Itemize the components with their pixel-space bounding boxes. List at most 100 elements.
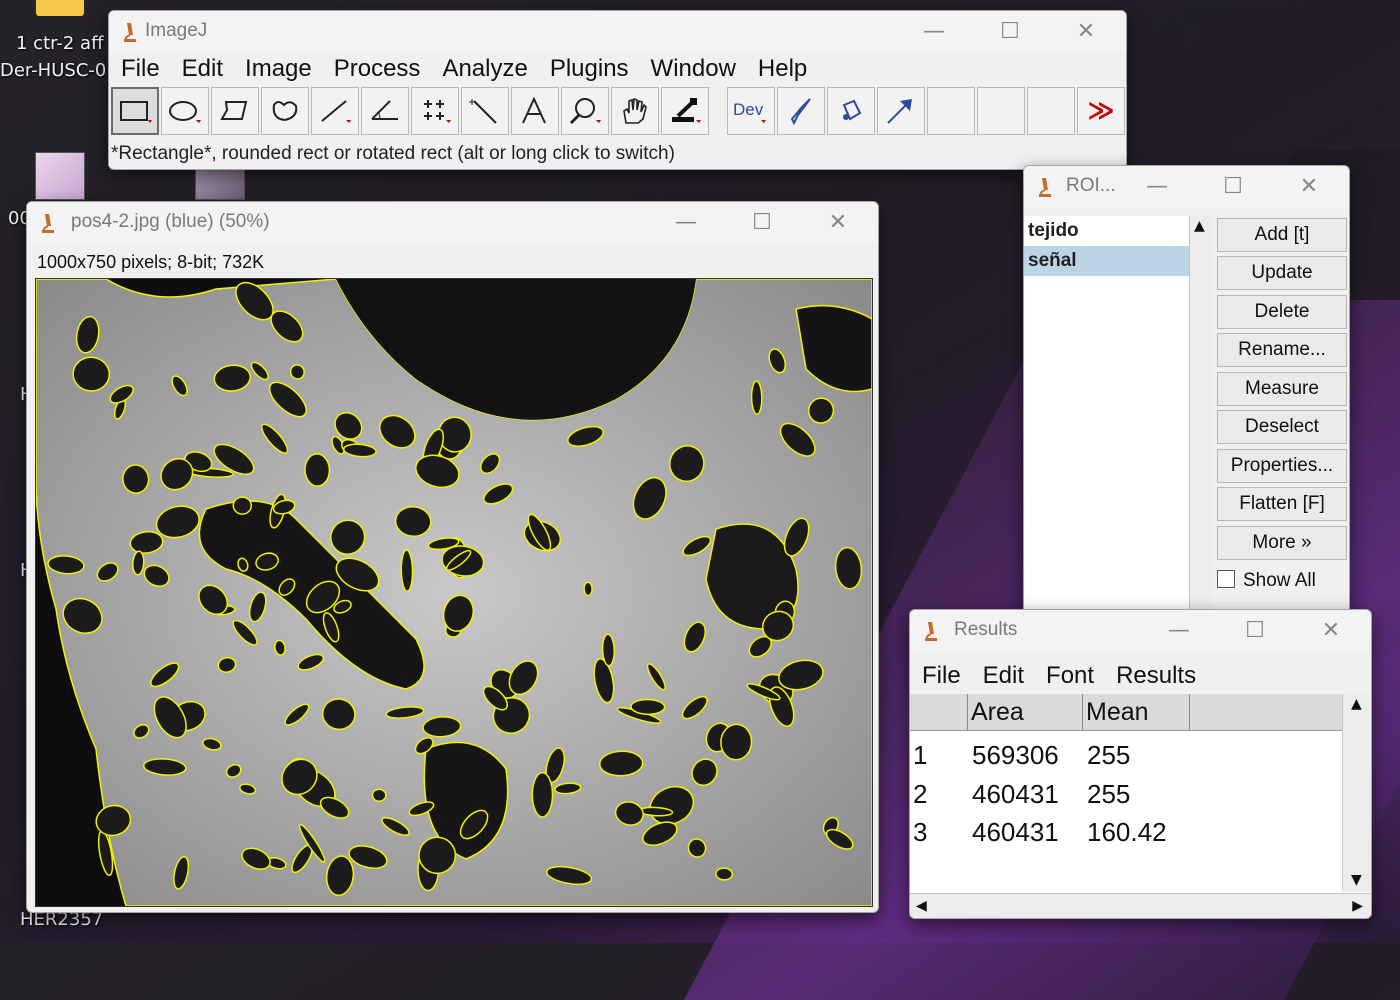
folder-icon[interactable]	[36, 0, 84, 16]
dev-tool-icon[interactable]: Dev	[727, 87, 775, 135]
brush-tool-icon[interactable]	[777, 87, 825, 135]
column-header-mean[interactable]: Mean	[1083, 694, 1190, 730]
results-vertical-scrollbar[interactable]: ▲ ▼	[1342, 694, 1371, 890]
more-tools-symbol: ≫	[1087, 96, 1115, 126]
maximize-button[interactable]: ☐	[742, 207, 782, 239]
empty-tool-slot[interactable]	[1027, 87, 1075, 135]
results-table[interactable]: Area Mean 1 569306 255 2 460431 255 3 46…	[910, 694, 1342, 894]
close-button[interactable]: ✕	[1289, 171, 1329, 203]
properties-button[interactable]: Properties...	[1217, 449, 1347, 483]
point-tool-icon[interactable]	[411, 87, 459, 135]
minimize-button[interactable]: —	[914, 16, 954, 48]
tissue-lumen	[630, 698, 666, 716]
roi-list-scrollbar[interactable]: ▲	[1189, 216, 1212, 616]
title-bar[interactable]: ROI... — ☐ ✕	[1024, 166, 1349, 208]
close-button[interactable]: ✕	[1311, 615, 1351, 647]
wand-tool-icon[interactable]	[461, 87, 509, 135]
menu-edit[interactable]: Edit	[182, 55, 223, 83]
flood-fill-tool-icon[interactable]	[827, 87, 875, 135]
show-all-checkbox[interactable]: Show All	[1217, 570, 1316, 592]
maximize-button[interactable]: ☐	[1235, 615, 1275, 647]
arrow-tool-icon[interactable]	[877, 87, 925, 135]
title-bar[interactable]: pos4-2.jpg (blue) (50%) — ☐ ✕	[27, 202, 878, 244]
image-thumbnail[interactable]	[195, 168, 245, 200]
delete-button[interactable]: Delete	[1217, 295, 1347, 329]
window-title: ROI...	[1066, 175, 1116, 196]
table-row[interactable]: 1 569306 255	[910, 736, 1342, 774]
results-horizontal-scrollbar[interactable]: ◀ ▶	[910, 893, 1371, 918]
more-button[interactable]: More »	[1217, 526, 1347, 560]
menu-window[interactable]: Window	[651, 55, 736, 83]
toolbar: Dev ≫	[109, 87, 1126, 137]
more-tools-icon[interactable]: ≫	[1077, 87, 1125, 135]
measure-button[interactable]: Measure	[1217, 372, 1347, 406]
scroll-right-icon[interactable]: ▶	[1352, 898, 1363, 914]
roi-item-senal[interactable]: señal	[1024, 246, 1189, 276]
rename-button[interactable]: Rename...	[1217, 333, 1347, 367]
menu-results[interactable]: Results	[1116, 662, 1196, 690]
close-button[interactable]: ✕	[1066, 16, 1106, 48]
menu-process[interactable]: Process	[334, 55, 421, 83]
minimize-button[interactable]: —	[1137, 171, 1177, 203]
freehand-tool-icon[interactable]	[261, 87, 309, 135]
desktop-icon-label[interactable]: 1 ctr-2 aff	[16, 33, 103, 54]
table-row[interactable]: 2 460431 255	[910, 775, 1342, 813]
flatten-button[interactable]: Flatten [F]	[1217, 487, 1347, 521]
roi-item-tejido[interactable]: tejido	[1024, 216, 1189, 246]
table-header: Area Mean	[910, 694, 1342, 731]
oval-tool-icon[interactable]	[161, 87, 209, 135]
maximize-button[interactable]: ☐	[990, 16, 1030, 48]
image-canvas[interactable]	[35, 278, 873, 907]
update-button[interactable]: Update	[1217, 256, 1347, 290]
angle-tool-icon[interactable]	[361, 87, 409, 135]
minimize-button[interactable]: —	[1159, 615, 1199, 647]
microscope-icon	[42, 214, 54, 233]
mean-cell: 160.42	[1087, 817, 1167, 847]
roi-list[interactable]: tejido señal	[1024, 216, 1190, 616]
tissue-image[interactable]	[36, 279, 872, 906]
deselect-button[interactable]: Deselect	[1217, 410, 1347, 444]
column-header-area[interactable]: Area	[968, 694, 1083, 730]
rectangle-tool-icon[interactable]	[111, 87, 159, 135]
menu-font[interactable]: Font	[1046, 662, 1094, 690]
scroll-up-icon[interactable]: ▲	[1194, 218, 1205, 234]
polygon-tool-icon[interactable]	[211, 87, 259, 135]
dev-label: Dev	[733, 100, 764, 119]
magnifier-tool-icon[interactable]	[561, 87, 609, 135]
checkbox-box[interactable]	[1217, 570, 1235, 588]
menu-bar: File Edit Image Process Analyze Plugins Window…	[109, 55, 1126, 83]
column-header-index[interactable]	[910, 694, 968, 730]
add-button[interactable]: Add [t]	[1217, 218, 1347, 252]
menu-image[interactable]: Image	[245, 55, 312, 83]
menu-analyze[interactable]: Analyze	[442, 55, 527, 83]
minimize-button[interactable]: —	[666, 207, 706, 239]
line-tool-icon[interactable]	[311, 87, 359, 135]
scroll-left-icon[interactable]: ◀	[916, 898, 927, 914]
menu-help[interactable]: Help	[758, 55, 807, 83]
scroll-down-icon[interactable]: ▼	[1351, 872, 1362, 888]
menu-file[interactable]: File	[922, 662, 961, 690]
row-index: 3	[913, 817, 928, 847]
image-thumbnail[interactable]	[35, 152, 85, 200]
tissue-lumen	[232, 496, 253, 515]
title-bar[interactable]: ImageJ — ☐ ✕	[109, 11, 1126, 53]
table-row[interactable]: 3 460431 160.42	[910, 813, 1342, 851]
empty-tool-slot[interactable]	[977, 87, 1025, 135]
close-button[interactable]: ✕	[818, 207, 858, 239]
tissue-lumen	[304, 453, 331, 487]
tissue-lumen	[750, 380, 763, 415]
hand-tool-icon[interactable]	[611, 87, 659, 135]
menu-edit[interactable]: Edit	[983, 662, 1024, 690]
scroll-up-icon[interactable]: ▲	[1351, 696, 1362, 712]
title-bar[interactable]: Results — ☐ ✕	[910, 610, 1371, 652]
area-cell: 569306	[972, 740, 1059, 770]
color-picker-tool-icon[interactable]	[661, 87, 709, 135]
desktop-icon-label[interactable]: Der-HUSC-0	[0, 60, 106, 81]
menu-plugins[interactable]: Plugins	[550, 55, 629, 83]
maximize-button[interactable]: ☐	[1213, 171, 1253, 203]
menu-file[interactable]: File	[121, 55, 160, 83]
mean-cell: 255	[1087, 779, 1131, 809]
text-tool-icon[interactable]	[511, 87, 559, 135]
empty-tool-slot[interactable]	[927, 87, 975, 135]
show-all-label: Show All	[1243, 570, 1316, 591]
